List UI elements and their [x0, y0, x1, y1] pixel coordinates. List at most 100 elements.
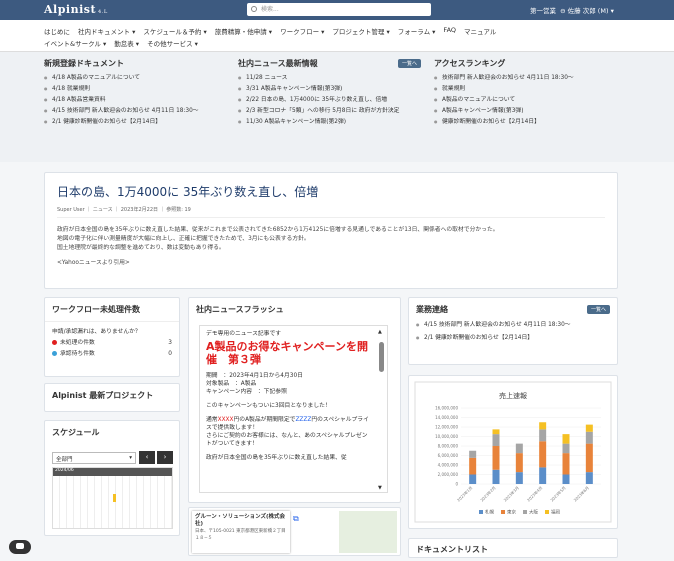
nav-row-1: はじめに 社内ドキュメント ▾ スケジュール＆予約 ▾ 旅費精算・他申請 ▾ ワ…: [44, 26, 496, 36]
y-tick-label: 10,000,000: [435, 434, 458, 439]
list-item[interactable]: 2/1 健康診断開催のお知らせ【2月14日】: [44, 118, 224, 126]
flash-line: デモ専用のニュース記事です: [206, 331, 282, 337]
bar-segment: [562, 434, 570, 444]
list-item[interactable]: 2/22 日本の島、1万4000に 35年ぶり数え直し、倍増: [238, 96, 422, 104]
top-info: 新規登録ドキュメント 4/18 A製品のマニュアルについて 4/18 就業規則 …: [0, 52, 674, 162]
bar-segment: [515, 472, 523, 484]
new-docs-section: 新規登録ドキュメント 4/18 A製品のマニュアルについて 4/18 就業規則 …: [44, 58, 224, 129]
bar-segment: [539, 422, 547, 430]
chat-icon: [16, 543, 24, 549]
bar-segment: [562, 474, 570, 484]
list-item[interactable]: 就業規則: [434, 85, 614, 93]
bar-segment: [539, 467, 547, 484]
nav-item[interactable]: プロジェクト管理 ▾: [332, 26, 389, 36]
list-item[interactable]: A製品キャンペーン情報(第3弾): [434, 107, 614, 115]
y-tick-label: 16,000,000: [435, 406, 458, 411]
bar-segment: [585, 472, 593, 484]
project-title[interactable]: Alpinist 最新プロジェクト: [45, 384, 179, 407]
chevron-down-icon: ▾: [610, 7, 614, 15]
flash-line: 通常XXXX円のA製品が期間限定でZZZZ円のスペシャルプライスで提供致します！: [206, 417, 369, 431]
list-item[interactable]: 3/31 A製品キャンペーン情報(第3弾): [238, 85, 422, 93]
bar-segment: [562, 453, 570, 475]
department-select[interactable]: 全部門 ▾: [52, 452, 136, 464]
flash-line: さらにご契約のお客様には、なんと、あのスペシャルプレゼントがついてきます！: [206, 433, 368, 447]
bar-segment: [562, 443, 570, 454]
flash-content: デモ専用のニュース記事です A製品のお得なキャンペーンを開催 第３弾 期間 ：2…: [199, 325, 388, 493]
nav-item[interactable]: 勤怠表 ▾: [114, 38, 139, 48]
news-article: 日本の島、1万4000に 35年ぶり数え直し、倍増 Super User ｜ ニ…: [44, 172, 618, 289]
schedule-event[interactable]: [113, 494, 116, 502]
scrollbar-thumb: [379, 342, 384, 372]
legend-swatch: [501, 510, 505, 514]
more-button[interactable]: 一覧へ: [398, 59, 422, 68]
y-tick-label: 4,000,000: [438, 463, 459, 468]
pending-row[interactable]: 未処理の件数 3: [52, 338, 172, 349]
main-nav: はじめに 社内ドキュメント ▾ スケジュール＆予約 ▾ 旅費精算・他申請 ▾ ワ…: [0, 20, 674, 52]
alert-icon: [52, 340, 57, 345]
legend-label: 東京: [507, 509, 516, 516]
article-paragraph: 国土地理院が最終的な調整を進めており、数は変動もあり得る。: [57, 245, 225, 251]
list-item[interactable]: 4/18 就業規則: [44, 85, 224, 93]
nav-item[interactable]: ワークフロー ▾: [280, 26, 324, 36]
bar-segment: [492, 434, 500, 446]
list-item[interactable]: 4/15 技術部門 新人歓迎会のお知らせ 4月11日 18:30〜: [44, 107, 224, 115]
info-icon: [52, 351, 57, 356]
nav-item[interactable]: FAQ: [443, 26, 456, 36]
nav-item[interactable]: フォーラム ▾: [398, 26, 436, 36]
nav-item[interactable]: はじめに: [44, 26, 70, 36]
schedule-grid[interactable]: 2024/06: [52, 467, 173, 529]
article-paragraph: 地図の電子化に伴い測量精度が大幅に向上し、正確に把握できたためで、3月にも公表す…: [57, 236, 310, 242]
list-item[interactable]: 技術部門 新人歓迎会のお知らせ 4月11日 18:30〜: [434, 74, 614, 82]
logo[interactable]: Alpinist 4.L: [44, 3, 108, 16]
list-item[interactable]: 4/18 A製品のマニュアルについて: [44, 74, 224, 82]
article-title[interactable]: 日本の島、1万4000に 35年ぶり数え直し、倍増: [57, 183, 605, 200]
legend-label: 札幌: [485, 509, 494, 516]
schedule-date: 2024/06: [53, 468, 172, 476]
user-icon: ⊖: [560, 7, 566, 15]
list-item[interactable]: 健康診断開催のお知らせ【2月14日】: [434, 118, 614, 126]
business-notice-card: 業務連絡 一覧へ 4/15 技術部門 新人歓迎会のお知らせ 4月11日 18:3…: [408, 297, 618, 365]
nav-item[interactable]: その他サービス ▾: [147, 38, 198, 48]
next-button[interactable]: ›: [157, 451, 173, 464]
company-news-section: 社内ニュース最新情報 一覧へ 11/28 ニュース 3/31 A製品キャンペーン…: [238, 58, 422, 129]
division-label: 第一営業: [530, 7, 556, 15]
nav-item[interactable]: 旅費精算・他申請 ▾: [215, 26, 272, 36]
list-item[interactable]: 4/18 A製品営業資料: [44, 96, 224, 104]
top-bar: Alpinist 4.L 検索... 第一営業 ⊖ 佐藤 次郎 (M) ▾: [0, 0, 674, 20]
search-input[interactable]: 検索...: [247, 3, 431, 16]
bar-segment: [515, 443, 523, 454]
map-image[interactable]: [339, 511, 397, 553]
flash-line: 政府が日本全国の島を35年ぶりに数え直した結果、従: [206, 455, 347, 461]
bar-segment: [585, 424, 593, 432]
list-item[interactable]: 2/1 健康診断開催のお知らせ【2月14日】: [416, 334, 610, 342]
schedule-card: スケジュール 全部門 ▾ ‹ › 2024/06: [44, 420, 180, 536]
approval-row[interactable]: 承認待ち件数 0: [52, 349, 172, 360]
list-item[interactable]: A製品のマニュアルについて: [434, 96, 614, 104]
nav-item[interactable]: 社内ドキュメント ▾: [78, 26, 135, 36]
y-tick-label: 6,000,000: [438, 453, 459, 458]
list-item[interactable]: 2/3 新型コロナ「5類」への移行 5月8日に 政府が方針決定: [238, 107, 422, 115]
bar-segment: [469, 457, 477, 475]
user-name[interactable]: 佐藤 次郎 (M): [568, 7, 609, 15]
nav-item[interactable]: イベント&サークル ▾: [44, 38, 106, 48]
sales-chart-card: 売上速報 0 2,000,000 4,000,000 6,000,000 8,000,00…: [408, 375, 618, 529]
map-card[interactable]: グルーン・ソリューションズ(株式会社) 日本、〒105-0021 東京都港区東新…: [188, 507, 401, 556]
sales-chart: 売上速報02,000,0004,000,0006,000,0008,000,00…: [414, 381, 612, 523]
scrollbar[interactable]: ▲ ▼: [378, 329, 385, 491]
flash-line: キャンペーン内容 ：下記参照: [206, 389, 287, 395]
nav-item[interactable]: スケジュール＆予約 ▾: [143, 26, 206, 36]
legend-label: 福岡: [551, 509, 560, 516]
list-item[interactable]: 11/28 ニュース: [238, 74, 422, 82]
business-notice-title: 業務連絡: [416, 305, 448, 314]
chat-button[interactable]: [9, 540, 31, 554]
nav-item[interactable]: マニュアル: [464, 26, 496, 36]
approval-count: 0: [168, 351, 172, 357]
open-map-icon[interactable]: ⧉: [293, 514, 299, 524]
prev-button[interactable]: ‹: [139, 451, 155, 464]
list-item[interactable]: 11/30 A製品キャンペーン情報(第2弾): [238, 118, 422, 126]
flash-line: 対象製品 ：A製品: [206, 381, 257, 387]
list-item[interactable]: 4/15 技術部門 新人歓迎会のお知らせ 4月11日 18:30〜: [416, 321, 610, 329]
more-button[interactable]: 一覧へ: [587, 305, 611, 314]
user-area[interactable]: 第一営業 ⊖ 佐藤 次郎 (M) ▾: [530, 5, 614, 15]
scroll-down-icon: ▼: [378, 485, 382, 491]
